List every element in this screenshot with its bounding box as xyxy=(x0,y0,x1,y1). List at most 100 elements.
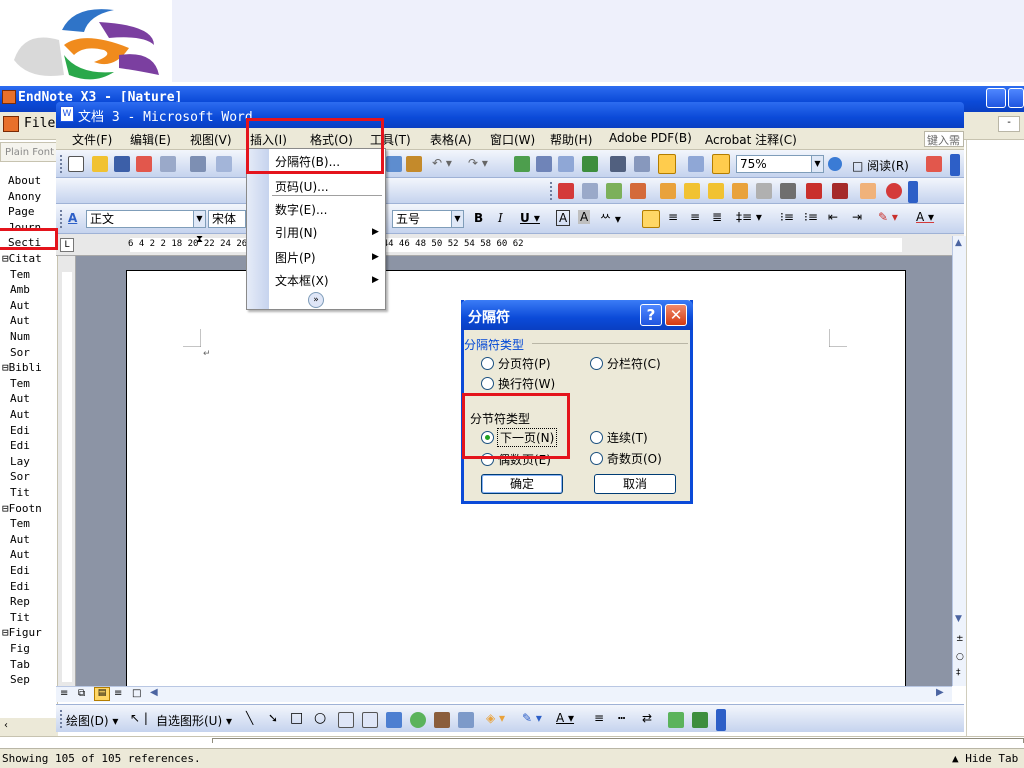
textbox-icon[interactable] xyxy=(338,712,354,728)
email-icon[interactable] xyxy=(160,156,176,172)
pointer-icon[interactable] xyxy=(712,154,730,174)
open-icon[interactable] xyxy=(92,156,108,172)
tree-item[interactable]: Rep xyxy=(0,595,58,608)
menu-edit[interactable]: 编辑(E) xyxy=(130,131,171,148)
people-icon[interactable] xyxy=(832,183,848,199)
tree-item[interactable]: ⊟Bibli xyxy=(0,361,58,374)
menu-item-picture[interactable]: 图片(P) xyxy=(275,249,316,266)
hand-icon[interactable] xyxy=(860,183,876,199)
hide-tab-button[interactable]: ▲ Hide Tab xyxy=(952,752,1018,765)
figure-icon[interactable] xyxy=(806,183,822,199)
print-icon[interactable] xyxy=(190,156,206,172)
maximize-button[interactable] xyxy=(1008,88,1024,108)
menu-acrobat-comments[interactable]: Acrobat 注释(C) xyxy=(705,131,797,148)
tree-item[interactable]: Tem xyxy=(0,268,58,281)
tree-item[interactable]: Num xyxy=(0,330,58,343)
folder-icon[interactable] xyxy=(684,183,700,199)
font-color-icon[interactable]: A ▾ xyxy=(916,210,934,224)
permission-icon[interactable] xyxy=(136,156,152,172)
tree-item[interactable]: Tem xyxy=(0,377,58,390)
line-spacing-icon[interactable]: ‡≡ ▾ xyxy=(736,210,762,224)
tree-item[interactable]: Aut xyxy=(0,533,58,546)
menu-file[interactable]: 文件(F) xyxy=(72,131,112,148)
arrow-icon[interactable]: ➘ xyxy=(268,711,278,725)
show-hide-icon[interactable] xyxy=(688,156,704,172)
rectangle-icon[interactable]: □ xyxy=(290,710,303,726)
3d-icon[interactable] xyxy=(692,712,708,728)
highlight-icon[interactable]: ✎ ▾ xyxy=(878,210,898,224)
menu-item-textbox[interactable]: 文本框(X) xyxy=(275,272,329,289)
web-view-icon[interactable]: ⧉ xyxy=(78,688,85,699)
insert-citation-icon[interactable] xyxy=(630,183,646,199)
insert-excel-icon[interactable] xyxy=(582,156,598,172)
tree-item[interactable]: Aut xyxy=(0,299,58,312)
previous-page-icon[interactable]: ± xyxy=(956,634,964,644)
arrow-style-icon[interactable]: ⇄ xyxy=(642,711,652,725)
diagram-icon[interactable] xyxy=(410,712,426,728)
toolbar-options-icon[interactable] xyxy=(908,181,918,203)
link-icon[interactable] xyxy=(732,183,748,199)
clipart-icon[interactable] xyxy=(434,712,450,728)
tree-item[interactable]: Sep xyxy=(0,673,58,686)
tree-item[interactable]: Aut xyxy=(0,548,58,561)
tree-item[interactable]: Aut xyxy=(0,392,58,405)
endnote-tool-icon[interactable] xyxy=(926,156,942,172)
columns-icon[interactable] xyxy=(610,156,626,172)
endnote-help-icon[interactable] xyxy=(886,183,902,199)
underline-button[interactable]: U ▾ xyxy=(520,211,540,225)
scroll-left-icon[interactable]: ‹ xyxy=(4,720,8,731)
toolbar-options-icon[interactable] xyxy=(716,709,726,731)
tree-item[interactable]: Tab xyxy=(0,658,58,671)
radio-column-break[interactable] xyxy=(590,357,603,370)
tree-item[interactable]: Anony xyxy=(0,190,58,203)
draw-menu[interactable]: 绘图(D) ▾ xyxy=(66,712,118,729)
copy-icon[interactable] xyxy=(386,156,402,172)
toolbar-grip[interactable] xyxy=(550,182,553,200)
vertical-scrollbar[interactable]: ▲ ▼ ± ○ ‡ xyxy=(952,236,966,686)
shadow-icon[interactable] xyxy=(668,712,684,728)
tree-item[interactable]: Aut xyxy=(0,314,58,327)
endnote-icon[interactable] xyxy=(558,183,574,199)
increase-indent-icon[interactable]: ⇥ xyxy=(852,210,862,224)
save-icon[interactable] xyxy=(114,156,130,172)
tree-item[interactable]: Page xyxy=(0,205,58,218)
minimize-button[interactable] xyxy=(986,88,1006,108)
autoshapes-menu[interactable]: 自选图形(U) ▾ xyxy=(156,712,232,729)
menu-table[interactable]: 表格(A) xyxy=(430,131,472,148)
justify-icon[interactable]: ≣ xyxy=(712,210,722,224)
tree-item[interactable]: Tit xyxy=(0,486,58,499)
edit-citation-icon[interactable] xyxy=(660,183,676,199)
scroll-right-icon[interactable]: ▶ xyxy=(936,687,944,698)
char-shading-button[interactable]: A xyxy=(578,210,591,224)
dialog-close-button[interactable]: ✕ xyxy=(665,304,687,326)
menu-help[interactable]: 帮助(H) xyxy=(550,131,592,148)
toolbar-grip[interactable] xyxy=(60,710,63,728)
fill-color-icon[interactable]: ◈ ▾ xyxy=(486,711,505,725)
tree-item[interactable]: Aut xyxy=(0,408,58,421)
line-icon[interactable]: ╲ xyxy=(246,711,253,725)
help-search-input[interactable]: 键入需 xyxy=(924,131,964,147)
menu-item-number[interactable]: 数字(E)... xyxy=(275,201,327,218)
char-border-button[interactable]: A xyxy=(556,210,571,226)
endnote-font-combo[interactable]: Plain Font xyxy=(0,142,58,162)
format-painter-icon[interactable] xyxy=(406,156,422,172)
tree-item[interactable]: Edi xyxy=(0,564,58,577)
decrease-indent-icon[interactable]: ⇤ xyxy=(828,210,838,224)
print-preview-icon[interactable] xyxy=(216,156,232,172)
select-browse-object-icon[interactable]: ○ xyxy=(956,652,964,662)
vertical-textbox-icon[interactable] xyxy=(362,712,378,728)
menu-item-reference[interactable]: 引用(N) xyxy=(275,224,317,241)
radio-continuous[interactable] xyxy=(590,431,603,444)
normal-view-icon[interactable]: ≡ xyxy=(60,688,68,699)
dialog-help-button[interactable]: ? xyxy=(640,304,662,326)
menu-view[interactable]: 视图(V) xyxy=(190,131,232,148)
endnote-menu-file[interactable]: File xyxy=(24,116,55,131)
toolbar-grip[interactable] xyxy=(60,155,63,173)
toolbar-options-icon[interactable] xyxy=(950,154,960,176)
tree-item[interactable]: Amb xyxy=(0,283,58,296)
format-bibliography-icon[interactable] xyxy=(606,183,622,199)
outline-view-icon[interactable]: ≡ xyxy=(114,688,122,699)
reading-view-icon[interactable]: □ xyxy=(132,688,141,699)
cancel-button[interactable]: 取消 xyxy=(594,474,676,494)
font-color-draw-icon[interactable]: A ▾ xyxy=(556,711,574,725)
